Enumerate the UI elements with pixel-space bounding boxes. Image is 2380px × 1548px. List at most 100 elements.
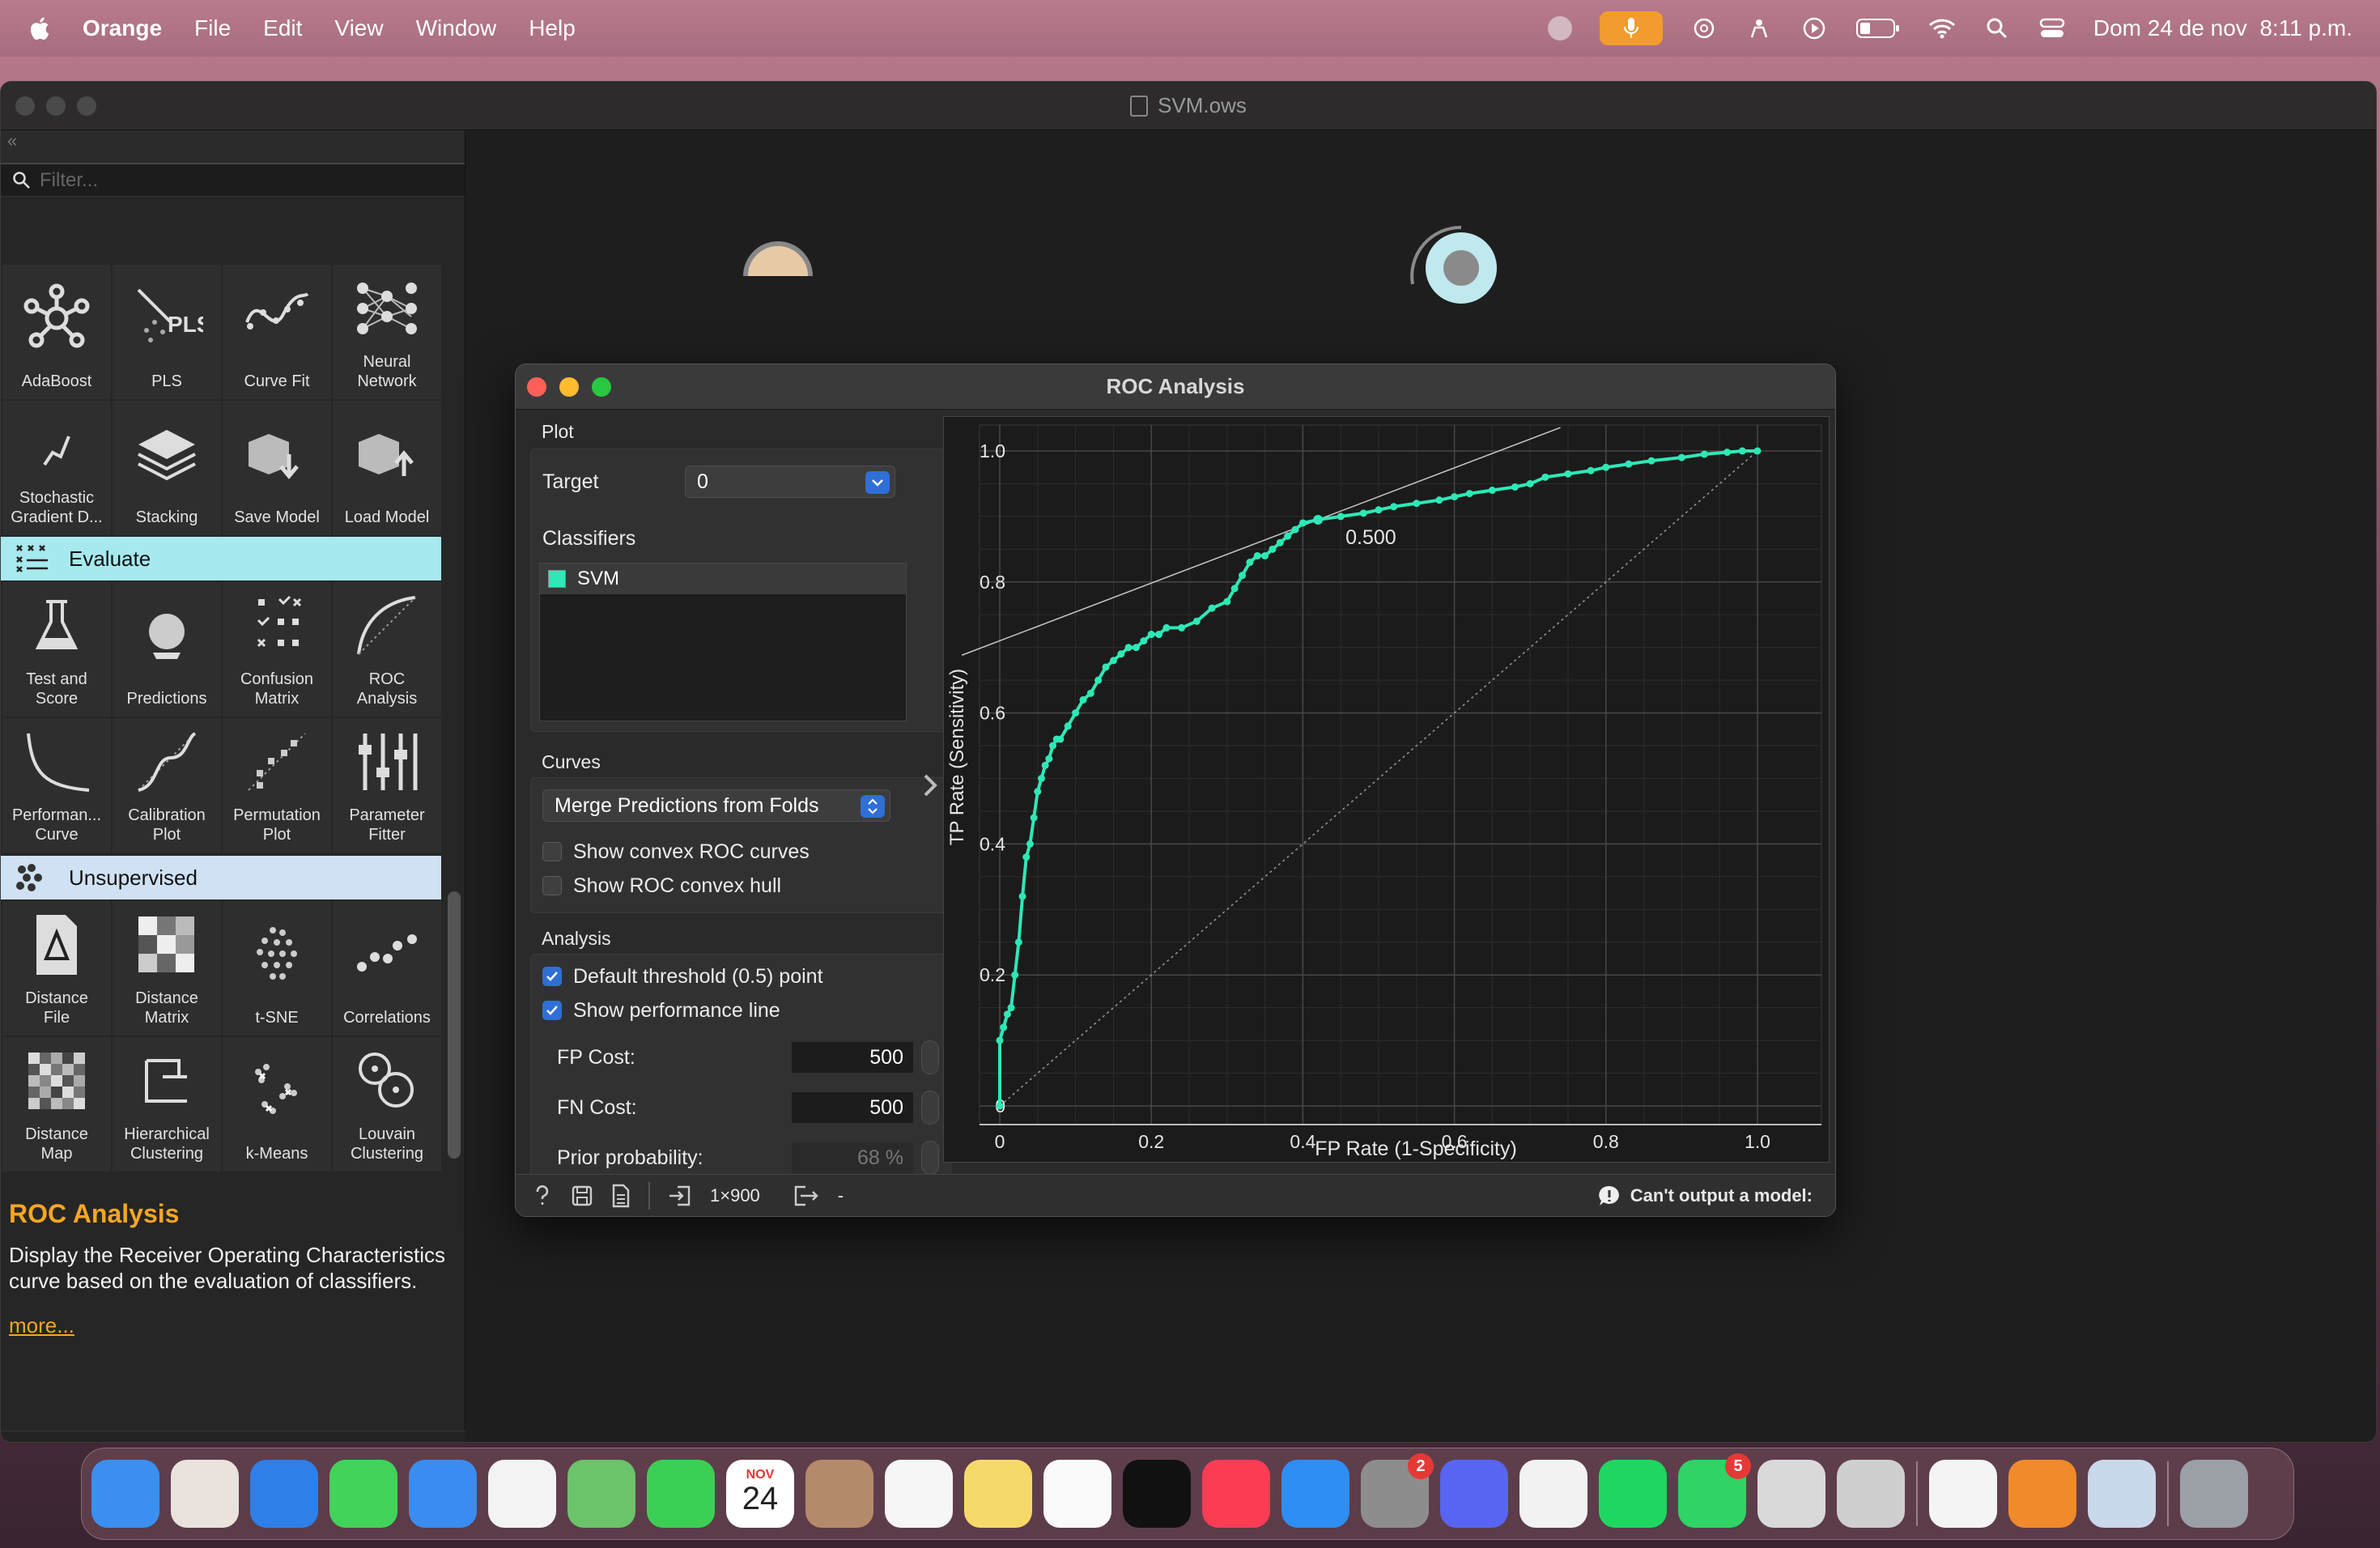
menu-window[interactable]: Window (416, 15, 497, 41)
widget-k-means[interactable]: k-Means (223, 1037, 331, 1172)
widget-load-model[interactable]: Load Model (333, 401, 441, 535)
fn-cost-stepper[interactable] (921, 1091, 939, 1125)
dock-maps-icon[interactable] (567, 1460, 635, 1528)
classifiers-list[interactable]: SVM (539, 563, 907, 721)
dock-chatgpt-icon[interactable] (1929, 1460, 1997, 1528)
menu-view[interactable]: View (334, 15, 383, 41)
widget-distance-map[interactable]: Distance Map (2, 1037, 111, 1172)
prior-probability-input[interactable]: 68 % (792, 1142, 913, 1173)
widget-stacking[interactable]: Stacking (113, 401, 221, 535)
chatgpt-menubar-icon[interactable] (1690, 15, 1718, 42)
dock-system-settings-icon[interactable]: 2 (1361, 1453, 1434, 1528)
dock-launchpad-icon[interactable] (171, 1460, 239, 1528)
dock-app-store-icon[interactable] (1281, 1460, 1349, 1528)
dock-spotify-icon[interactable] (1599, 1460, 1667, 1528)
save-icon[interactable] (571, 1184, 593, 1207)
fp-cost-stepper[interactable] (921, 1040, 939, 1074)
apple-menu-icon[interactable] (28, 15, 50, 41)
curves-mode-select[interactable]: Merge Predictions from Folds (542, 789, 890, 822)
status-warning[interactable]: Can't output a model: (1598, 1184, 1813, 1207)
dock-contacts-icon[interactable] (805, 1460, 873, 1528)
widget-parameter-fitter[interactable]: Parameter Fitter (333, 718, 441, 853)
show-convex-hull-checkbox[interactable]: Show ROC convex hull (542, 869, 781, 903)
fn-cost-input[interactable]: 500 (792, 1092, 913, 1123)
dock-apple-tv-icon[interactable] (1123, 1460, 1191, 1528)
dock-iphone-mirroring-icon[interactable] (1837, 1460, 1905, 1528)
widget-distance-file[interactable]: Distance File (2, 901, 111, 1036)
roc-minimize-button[interactable] (559, 377, 579, 397)
widget-performance-curve[interactable]: Performan... Curve (2, 718, 111, 853)
dock-facetime-icon[interactable] (647, 1460, 715, 1528)
play-icon[interactable] (1800, 15, 1828, 42)
widget-adaboost[interactable]: AdaBoost (2, 265, 111, 399)
control-center-icon[interactable] (2038, 15, 2066, 42)
canvas-widget-partial-right[interactable] (1410, 225, 1497, 304)
filter-field[interactable]: Filter... (1, 164, 465, 197)
dock-preview-icon[interactable] (2088, 1460, 2156, 1528)
default-threshold-checkbox[interactable]: Default threshold (0.5) point (542, 959, 823, 993)
airdrop-icon[interactable] (1745, 15, 1773, 42)
widget-hierarchical-clustering[interactable]: Hierarchical Clustering (113, 1037, 221, 1172)
dock-notes-icon[interactable] (964, 1460, 1032, 1528)
widget-curve-fit[interactable]: Curve Fit (223, 265, 331, 399)
menu-file[interactable]: File (194, 15, 231, 41)
report-icon[interactable] (611, 1184, 631, 1208)
menu-app-name[interactable]: Orange (83, 15, 162, 41)
question-icon[interactable] (532, 1184, 553, 1208)
widget-permutation-plot[interactable]: Permutation Plot (223, 718, 331, 853)
dock-chrome-icon[interactable] (1519, 1460, 1587, 1528)
classifier-item-svm[interactable]: SVM (540, 563, 906, 594)
dock-music-icon[interactable] (1202, 1460, 1270, 1528)
widget-pls[interactable]: PLS PLS (113, 265, 221, 399)
widget-neural-network[interactable]: Neural Network (333, 265, 441, 399)
menubar-clock[interactable]: Dom 24 de nov 8:11 p.m. (2093, 15, 2352, 41)
menu-help[interactable]: Help (529, 15, 576, 41)
widget-test-and-score[interactable]: Test and Score (2, 582, 111, 717)
toolbox-collapse-bar[interactable]: « (1, 130, 465, 164)
roc-plot[interactable]: 00.20.40.60.81.000.20.40.60.81.0 TP Rate… (943, 416, 1830, 1163)
dock-messages-icon[interactable] (329, 1460, 397, 1528)
close-window-button[interactable] (15, 96, 35, 116)
search-icon[interactable] (1983, 15, 2011, 42)
target-select[interactable]: 0 (685, 466, 895, 498)
widget-calibration-plot[interactable]: Calibration Plot (113, 718, 221, 853)
dock-safari-icon[interactable] (250, 1460, 318, 1528)
dock-photos-icon[interactable] (488, 1460, 556, 1528)
dock-discord-icon[interactable] (1440, 1460, 1508, 1528)
toolbox-scrollbar[interactable] (448, 891, 461, 1159)
dock-calendar-icon[interactable]: NOV 24 (726, 1460, 794, 1528)
microphone-icon[interactable] (1599, 11, 1663, 45)
widget-confusion-matrix[interactable]: Confusion Matrix (223, 582, 331, 717)
status-dot-icon[interactable] (1547, 16, 1572, 40)
canvas-widget-partial-left[interactable] (743, 241, 813, 277)
dock-orange-icon[interactable] (2008, 1460, 2076, 1528)
widget-correlations[interactable]: Correlations (333, 901, 441, 1036)
help-more-link[interactable]: more... (9, 1313, 457, 1338)
widget-predictions[interactable]: Predictions (113, 582, 221, 717)
battery-icon[interactable] (1855, 15, 1901, 42)
category-evaluate[interactable]: Evaluate (1, 537, 441, 580)
widget-stochastic-gradient-descent[interactable]: Stochastic Gradient D... (2, 401, 111, 535)
widget-louvain-clustering[interactable]: Louvain Clustering (333, 1037, 441, 1172)
show-performance-line-checkbox[interactable]: Show performance line (542, 993, 780, 1027)
zoom-window-button[interactable] (77, 96, 96, 116)
show-convex-curves-checkbox[interactable]: Show convex ROC curves (542, 835, 810, 869)
dock-finder-icon[interactable] (91, 1460, 159, 1528)
dock-reminders-icon[interactable] (885, 1460, 953, 1528)
dock-roblox-icon[interactable] (1757, 1460, 1825, 1528)
roc-close-button[interactable] (527, 377, 546, 397)
dock-freeform-icon[interactable] (1043, 1460, 1111, 1528)
prior-probability-stepper[interactable] (921, 1141, 939, 1175)
widget-roc-analysis[interactable]: ROC Analysis (333, 582, 441, 717)
category-unsupervised[interactable]: Unsupervised (1, 856, 441, 899)
fp-cost-input[interactable]: 500 (792, 1042, 913, 1073)
minimize-window-button[interactable] (46, 96, 66, 116)
widget-distance-matrix[interactable]: Distance Matrix (113, 901, 221, 1036)
dock-whatsapp-icon[interactable]: 5 (1678, 1453, 1751, 1528)
wifi-icon[interactable] (1928, 15, 1956, 42)
dock-mail-icon[interactable] (409, 1460, 477, 1528)
chevron-right-icon[interactable] (919, 769, 943, 802)
widget-tsne[interactable]: t-SNE (223, 901, 331, 1036)
dock-trash-icon[interactable] (2180, 1460, 2248, 1528)
menu-edit[interactable]: Edit (263, 15, 302, 41)
